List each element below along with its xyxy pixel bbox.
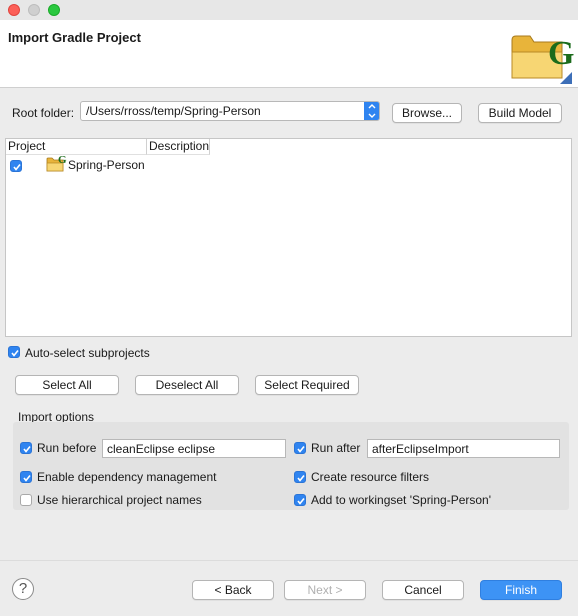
table-row[interactable]: G Spring-Person (6, 154, 571, 175)
cancel-button[interactable]: Cancel (382, 580, 464, 600)
finish-button[interactable]: Finish (480, 580, 562, 600)
root-folder-combo[interactable]: /Users/rross/temp/Spring-Person (80, 101, 380, 121)
gradle-folder-icon: G (510, 28, 576, 86)
window-titlebar (0, 0, 578, 20)
select-required-button[interactable]: Select Required (255, 375, 359, 395)
run-after-checkbox[interactable] (294, 442, 306, 454)
maximize-window-button[interactable] (48, 4, 60, 16)
minimize-window-button[interactable] (28, 4, 40, 16)
root-folder-path: /Users/rross/temp/Spring-Person (86, 104, 261, 118)
hierarchical-names-checkbox[interactable] (20, 494, 32, 506)
import-options-group: Run before cleanEclipse eclipse Run afte… (13, 422, 569, 510)
browse-button[interactable]: Browse... (392, 103, 462, 123)
resource-filters-label: Create resource filters (311, 470, 430, 484)
dependency-management-label: Enable dependency management (37, 470, 217, 484)
dialog-title: Import Gradle Project (8, 30, 141, 45)
run-before-label: Run before (37, 441, 97, 455)
help-icon[interactable]: ? (12, 578, 34, 600)
auto-select-label: Auto-select subprojects (25, 346, 150, 360)
auto-select-checkbox[interactable] (8, 346, 20, 358)
project-table: Project Description G Spring-Person (5, 138, 572, 337)
workingset-checkbox[interactable] (294, 494, 306, 506)
column-header-description[interactable]: Description (147, 139, 210, 155)
deselect-all-button[interactable]: Deselect All (135, 375, 239, 395)
dialog-header: Import Gradle Project G (0, 20, 578, 88)
project-name: Spring-Person (68, 158, 145, 172)
footer-divider (0, 560, 578, 561)
back-button[interactable]: < Back (192, 580, 274, 600)
gradle-project-icon: G (46, 154, 68, 173)
select-all-button[interactable]: Select All (15, 375, 119, 395)
next-button[interactable]: Next > (284, 580, 366, 600)
workingset-label: Add to workingset 'Spring-Person' (311, 493, 492, 507)
resource-filters-checkbox[interactable] (294, 471, 306, 483)
dependency-management-checkbox[interactable] (20, 471, 32, 483)
svg-text:G: G (58, 155, 67, 166)
root-folder-label: Root folder: (12, 106, 75, 120)
run-after-input[interactable]: afterEclipseImport (367, 439, 560, 458)
column-header-project[interactable]: Project (6, 139, 147, 155)
hierarchical-names-label: Use hierarchical project names (37, 493, 202, 507)
chevron-down-icon[interactable] (364, 102, 379, 120)
build-model-button[interactable]: Build Model (478, 103, 562, 123)
svg-text:G: G (548, 35, 574, 72)
run-before-checkbox[interactable] (20, 442, 32, 454)
run-before-input[interactable]: cleanEclipse eclipse (102, 439, 286, 458)
project-checkbox[interactable] (10, 160, 22, 172)
close-window-button[interactable] (8, 4, 20, 16)
run-after-label: Run after (311, 441, 361, 455)
